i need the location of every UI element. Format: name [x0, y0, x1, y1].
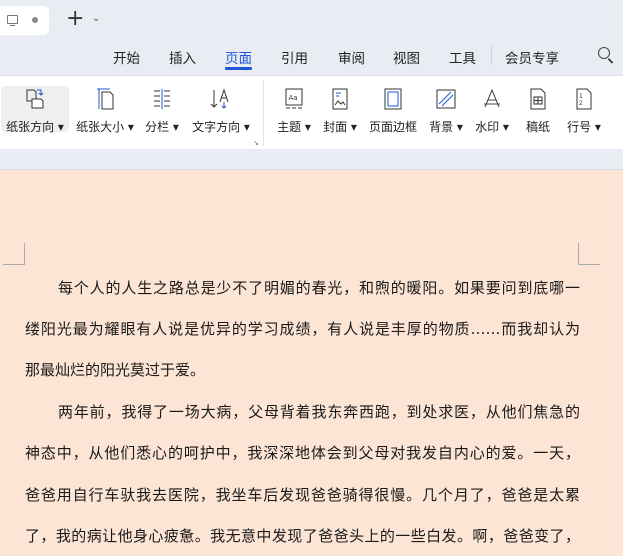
- paragraph-line[interactable]: 每个人的人生之路总是少不了明媚的春光，和煦的暖阳。如果要问到底哪一: [58, 277, 580, 298]
- paragraph-line[interactable]: 缕阳光最为耀眼有人说是优异的学习成绩，有人说是丰厚的物质……而我却认为: [25, 318, 580, 339]
- text-direction-label: 文字方向 ▾: [192, 120, 250, 134]
- page-corner-mark: [3, 243, 25, 265]
- watermark-button[interactable]: 水印 ▾: [470, 76, 514, 150]
- tab-review[interactable]: 审阅: [338, 47, 365, 67]
- dialog-launcher-icon[interactable]: ↘: [253, 139, 259, 147]
- columns-label: 分栏 ▾: [145, 120, 179, 134]
- watermark-icon: [484, 88, 500, 108]
- search-icon[interactable]: [598, 47, 610, 59]
- tab-references[interactable]: 引用: [281, 47, 308, 67]
- svg-text:1: 1: [579, 93, 583, 100]
- line-number-label: 行号 ▾: [567, 120, 601, 134]
- theme-label: 主题 ▾: [277, 120, 311, 134]
- page-border-label: 页面边框: [368, 120, 417, 134]
- page-border-icon: [384, 88, 402, 110]
- chevron-down-icon[interactable]: ⌄: [92, 13, 100, 24]
- paragraph-line[interactable]: 两年前，我得了一场大病，父母背着我东奔西跑，到处求医，从他们焦急的: [58, 401, 580, 422]
- background-button[interactable]: 背景 ▾: [424, 76, 468, 150]
- page-size-label: 纸张大小 ▾: [76, 120, 134, 134]
- tab-tools[interactable]: 工具: [449, 47, 476, 67]
- watermark-label: 水印 ▾: [475, 120, 509, 134]
- background-label: 背景 ▾: [429, 120, 463, 134]
- page-orientation-button[interactable]: 纸张方向 ▾: [1, 86, 69, 134]
- background-icon: [436, 89, 456, 109]
- cover-icon: [332, 88, 348, 110]
- manuscript-label: 稿纸: [525, 120, 550, 134]
- paragraph-line[interactable]: 那最灿烂的阳光莫过于爱。: [25, 359, 580, 380]
- title-bar: + ⌄ 开始 插入 页面 引用 审阅 视图 工具 会员专享: [0, 0, 623, 75]
- document-canvas[interactable]: 每个人的人生之路总是少不了明媚的春光，和煦的暖阳。如果要问到底哪一 缕阳光最为耀…: [0, 171, 623, 556]
- manuscript-icon: [530, 88, 546, 110]
- tab-home[interactable]: 开始: [113, 47, 140, 67]
- cover-label: 封面 ▾: [323, 120, 357, 134]
- page-size-icon: [97, 88, 114, 110]
- document-tab[interactable]: [0, 6, 49, 35]
- svg-text:2: 2: [579, 100, 583, 107]
- ribbon-toolbar: 纸张方向 ▾ 纸张大小 ▾ 分栏 ▾ 文字方向 ▾ ↘ Aa 主题 ▾ 封面 ▾…: [0, 75, 623, 149]
- page-border-button[interactable]: 页面边框: [366, 76, 420, 150]
- svg-text:Aa: Aa: [289, 94, 298, 102]
- tab-member[interactable]: 会员专享: [505, 47, 559, 67]
- theme-icon: Aa: [285, 88, 303, 109]
- unsaved-dot-icon: [32, 17, 38, 23]
- monitor-icon: [7, 15, 18, 26]
- page-size-button[interactable]: 纸张大小 ▾: [72, 76, 138, 150]
- new-tab-button[interactable]: +: [66, 7, 84, 31]
- ribbon-bottom-gap: [0, 149, 623, 170]
- tab-page[interactable]: 页面: [225, 47, 252, 70]
- text-direction-button[interactable]: 文字方向 ▾: [188, 76, 254, 150]
- columns-button[interactable]: 分栏 ▾: [140, 76, 184, 150]
- paragraph-line[interactable]: 了，我的病让他身心疲惫。我无意中发现了爸爸头上的一些白发。啊，爸爸变了，: [25, 525, 580, 546]
- page-orientation-icon: [26, 89, 44, 109]
- paragraph-line[interactable]: 爸爸用自行车驮我去医院，我坐车后发现爸爸骑得很慢。几个月了，爸爸是太累: [25, 484, 580, 505]
- theme-button[interactable]: Aa 主题 ▾: [272, 76, 316, 150]
- page-orientation-label: 纸张方向 ▾: [6, 120, 64, 134]
- divider: [491, 45, 492, 65]
- tab-view[interactable]: 视图: [393, 47, 420, 67]
- text-direction-icon: [210, 88, 229, 109]
- divider: [263, 80, 264, 146]
- line-number-button[interactable]: 12 行号 ▾: [563, 76, 605, 150]
- paragraph-line[interactable]: 神态中，从他们悉心的呵护中，我深深地体会到父母对我发自内心的爱。一天，: [25, 442, 580, 463]
- page-corner-mark: [578, 243, 600, 265]
- columns-icon: [154, 89, 170, 109]
- menu-tabs: 开始 插入 页面 引用 审阅 视图 工具 会员专享: [0, 47, 623, 70]
- cover-button[interactable]: 封面 ▾: [318, 76, 362, 150]
- line-number-icon: 12: [576, 88, 592, 110]
- tab-insert[interactable]: 插入: [169, 47, 196, 67]
- manuscript-button[interactable]: 稿纸: [518, 76, 558, 150]
